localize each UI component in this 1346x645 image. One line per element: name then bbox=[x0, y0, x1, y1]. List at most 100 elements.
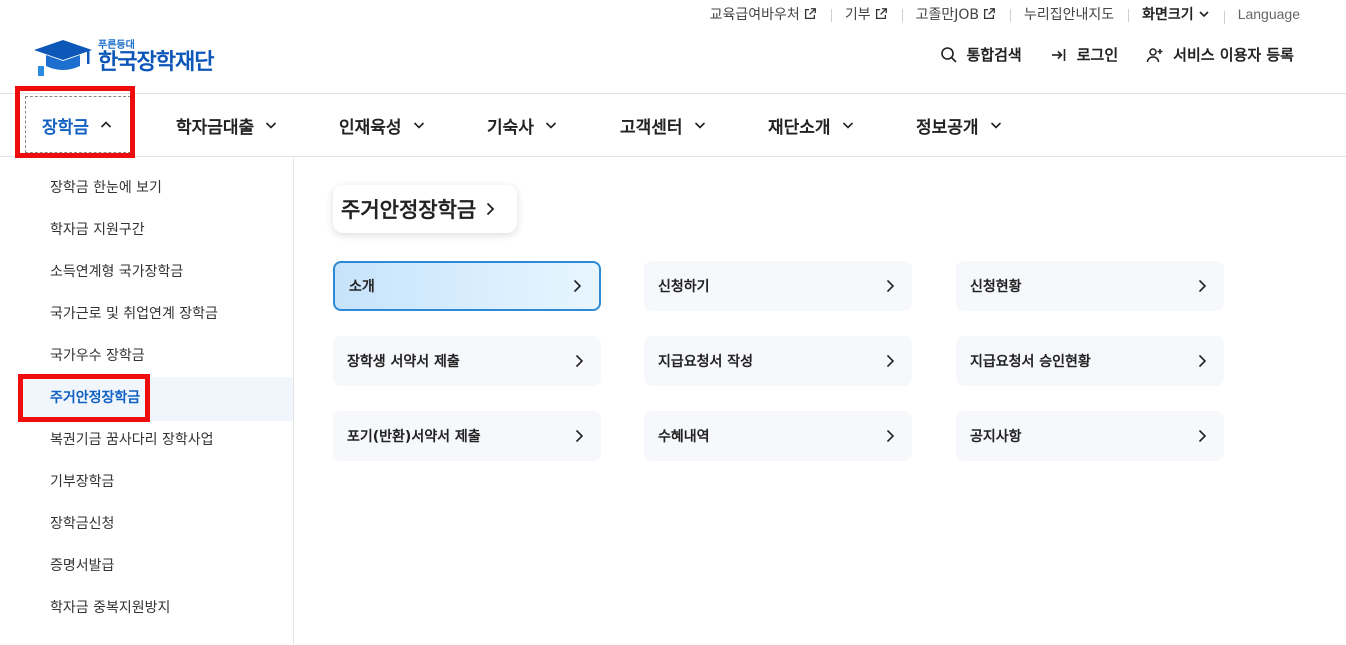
sidebar-menu: 장학금 한눈에 보기 학자금 지원구간 소득연계형 국가장학금 국가근로 및 취… bbox=[0, 158, 294, 645]
chevron-right-icon bbox=[886, 354, 895, 368]
sidebar-item-donation[interactable]: 기부장학금 bbox=[50, 466, 114, 496]
chevron-down-icon bbox=[1199, 11, 1209, 18]
sidebar-item-housing[interactable]: 주거안정장학금 bbox=[50, 382, 140, 412]
utility-job-link[interactable]: 고졸만JOB bbox=[901, 4, 1010, 24]
register-button[interactable]: 서비스 이용자 등록 bbox=[1146, 44, 1294, 65]
menu-card-label: 지급요청서 작성 bbox=[658, 354, 754, 370]
gnb-item-dormitory[interactable]: 기숙사 bbox=[487, 94, 558, 156]
language-label: Language bbox=[1237, 6, 1300, 22]
menu-card-intro[interactable]: 소개 bbox=[333, 261, 601, 311]
chevron-right-icon bbox=[573, 279, 582, 293]
register-label: 서비스 이용자 등록 bbox=[1173, 46, 1294, 64]
sidebar-item-certificate[interactable]: 증명서발급 bbox=[50, 550, 114, 580]
graduation-cap-logo-icon bbox=[34, 40, 92, 76]
gnb-item-disclosure[interactable]: 정보공개 bbox=[916, 94, 1003, 156]
sidebar-item-lottery-fund[interactable]: 복권기금 꿈사다리 장학사업 bbox=[50, 424, 213, 454]
language-selector[interactable]: Language bbox=[1223, 6, 1300, 24]
utility-sitemap-link[interactable]: 누리집안내지도 bbox=[1010, 4, 1128, 24]
menu-card-label: 장학생 서약서 제출 bbox=[347, 354, 460, 370]
integrated-search-button[interactable]: 통합검색 bbox=[940, 44, 1022, 65]
sidebar-item-overview[interactable]: 장학금 한눈에 보기 bbox=[50, 172, 162, 202]
sidebar-item-duplicate-prevention[interactable]: 학자금 중복지원방지 bbox=[50, 592, 170, 622]
page-title[interactable]: 주거안정장학금 bbox=[333, 185, 517, 233]
sidebar-item-label: 국가근로 및 취업연계 장학금 bbox=[50, 306, 218, 322]
menu-card-payment-approval[interactable]: 지급요청서 승인현황 bbox=[956, 336, 1224, 386]
chevron-down-icon bbox=[990, 122, 1001, 129]
menu-card-label: 신청현황 bbox=[970, 279, 1022, 295]
menu-card-notice[interactable]: 공지사항 bbox=[956, 411, 1224, 461]
menu-card-apply[interactable]: 신청하기 bbox=[644, 261, 912, 311]
login-icon bbox=[1051, 48, 1066, 61]
chevron-down-icon bbox=[413, 122, 424, 129]
gnb-item-customer-center[interactable]: 고객센터 bbox=[620, 94, 707, 156]
chevron-down-icon bbox=[266, 122, 277, 129]
chevron-right-icon bbox=[886, 279, 895, 293]
gnb-label: 학자금대출 bbox=[176, 117, 255, 138]
chevron-right-icon bbox=[575, 429, 584, 443]
login-label: 로그인 bbox=[1076, 46, 1119, 64]
screen-size-dropdown[interactable]: 화면크기 bbox=[1128, 4, 1224, 24]
gnb-label: 재단소개 bbox=[768, 117, 831, 138]
sidebar-item-label: 장학금신청 bbox=[50, 516, 115, 532]
sidebar-item-work-study[interactable]: 국가근로 및 취업연계 장학금 bbox=[50, 298, 218, 328]
utility-donate-link[interactable]: 기부 bbox=[830, 4, 902, 24]
sidebar-item-label: 학자금 중복지원방지 bbox=[50, 600, 171, 616]
gnb-item-foundation[interactable]: 재단소개 bbox=[768, 94, 855, 156]
sidebar-item-excellence[interactable]: 국가우수 장학금 bbox=[50, 340, 145, 370]
sidebar-item-label: 기부장학금 bbox=[50, 474, 115, 490]
external-link-icon bbox=[875, 8, 887, 20]
utility-voucher-link[interactable]: 교육급여바우처 bbox=[696, 4, 831, 24]
menu-card-label: 수혜내역 bbox=[658, 429, 710, 445]
screen-size-label: 화면크기 bbox=[1142, 7, 1194, 23]
sidebar-item-label: 증명서발급 bbox=[50, 558, 115, 574]
chevron-down-icon bbox=[545, 122, 556, 129]
sidebar-item-label: 국가우수 장학금 bbox=[50, 348, 145, 364]
chevron-down-icon bbox=[842, 122, 853, 129]
chevron-right-icon bbox=[1198, 279, 1207, 293]
external-link-icon bbox=[983, 8, 995, 20]
menu-card-waiver-submit[interactable]: 포기(반환)서약서 제출 bbox=[333, 411, 601, 461]
sidebar-item-label: 주거안정장학금 bbox=[50, 390, 141, 406]
sidebar-item-support-bracket[interactable]: 학자금 지원구간 bbox=[50, 214, 145, 244]
menu-card-pledge-submit[interactable]: 장학생 서약서 제출 bbox=[333, 336, 601, 386]
user-add-icon bbox=[1146, 47, 1163, 62]
chevron-down-icon bbox=[694, 122, 705, 129]
gnb-label: 고객센터 bbox=[620, 117, 683, 138]
menu-card-label: 소개 bbox=[349, 279, 375, 295]
utility-job-label: 고졸만JOB bbox=[915, 7, 979, 23]
utility-sitemap-label: 누리집안내지도 bbox=[1024, 7, 1115, 23]
main-navigation: 장학금 학자금대출 인재육성 기숙사 고객센터 재단소개 정보공개 bbox=[0, 93, 1346, 157]
chevron-right-icon bbox=[487, 202, 495, 216]
menu-card-benefit-history[interactable]: 수혜내역 bbox=[644, 411, 912, 461]
search-icon bbox=[940, 46, 957, 63]
chevron-right-icon bbox=[1198, 354, 1207, 368]
sidebar-item-label: 복권기금 꿈사다리 장학사업 bbox=[50, 432, 214, 448]
gnb-item-talent[interactable]: 인재육성 bbox=[339, 94, 426, 156]
sidebar-item-label: 학자금 지원구간 bbox=[50, 222, 145, 238]
logo-title: 한국장학재단 bbox=[98, 49, 214, 75]
gnb-item-scholarship[interactable]: 장학금 bbox=[42, 94, 113, 156]
gnb-label: 정보공개 bbox=[916, 117, 979, 138]
sidebar-item-income-linked[interactable]: 소득연계형 국가장학금 bbox=[50, 256, 183, 286]
logo-subtitle: 푸른등대 bbox=[98, 39, 135, 51]
gnb-label: 인재육성 bbox=[339, 117, 402, 138]
logo-text: 푸른등대 한국장학재단 bbox=[98, 39, 214, 75]
menu-card-payment-request[interactable]: 지급요청서 작성 bbox=[644, 336, 912, 386]
menu-card-label: 신청하기 bbox=[658, 279, 710, 295]
sidebar-item-apply[interactable]: 장학금신청 bbox=[50, 508, 114, 538]
menu-card-label: 공지사항 bbox=[970, 429, 1022, 445]
chevron-right-icon bbox=[1198, 429, 1207, 443]
chevron-right-icon bbox=[575, 354, 584, 368]
login-button[interactable]: 로그인 bbox=[1050, 44, 1118, 65]
gnb-label: 장학금 bbox=[42, 117, 89, 138]
chevron-right-icon bbox=[886, 429, 895, 443]
menu-card-label: 포기(반환)서약서 제출 bbox=[347, 429, 481, 445]
utility-voucher-label: 교육급여바우처 bbox=[709, 7, 800, 23]
gnb-item-student-loan[interactable]: 학자금대출 bbox=[176, 94, 278, 156]
chevron-up-icon bbox=[100, 121, 111, 128]
integrated-search-label: 통합검색 bbox=[966, 46, 1022, 64]
utility-donate-label: 기부 bbox=[844, 7, 871, 23]
site-logo[interactable]: 푸른등대 한국장학재단 bbox=[32, 36, 214, 78]
utility-bar: 교육급여바우처 기부 고졸만JOB 누리집안내지도 화면크기 Language bbox=[696, 0, 1300, 28]
menu-card-application-status[interactable]: 신청현황 bbox=[956, 261, 1224, 311]
